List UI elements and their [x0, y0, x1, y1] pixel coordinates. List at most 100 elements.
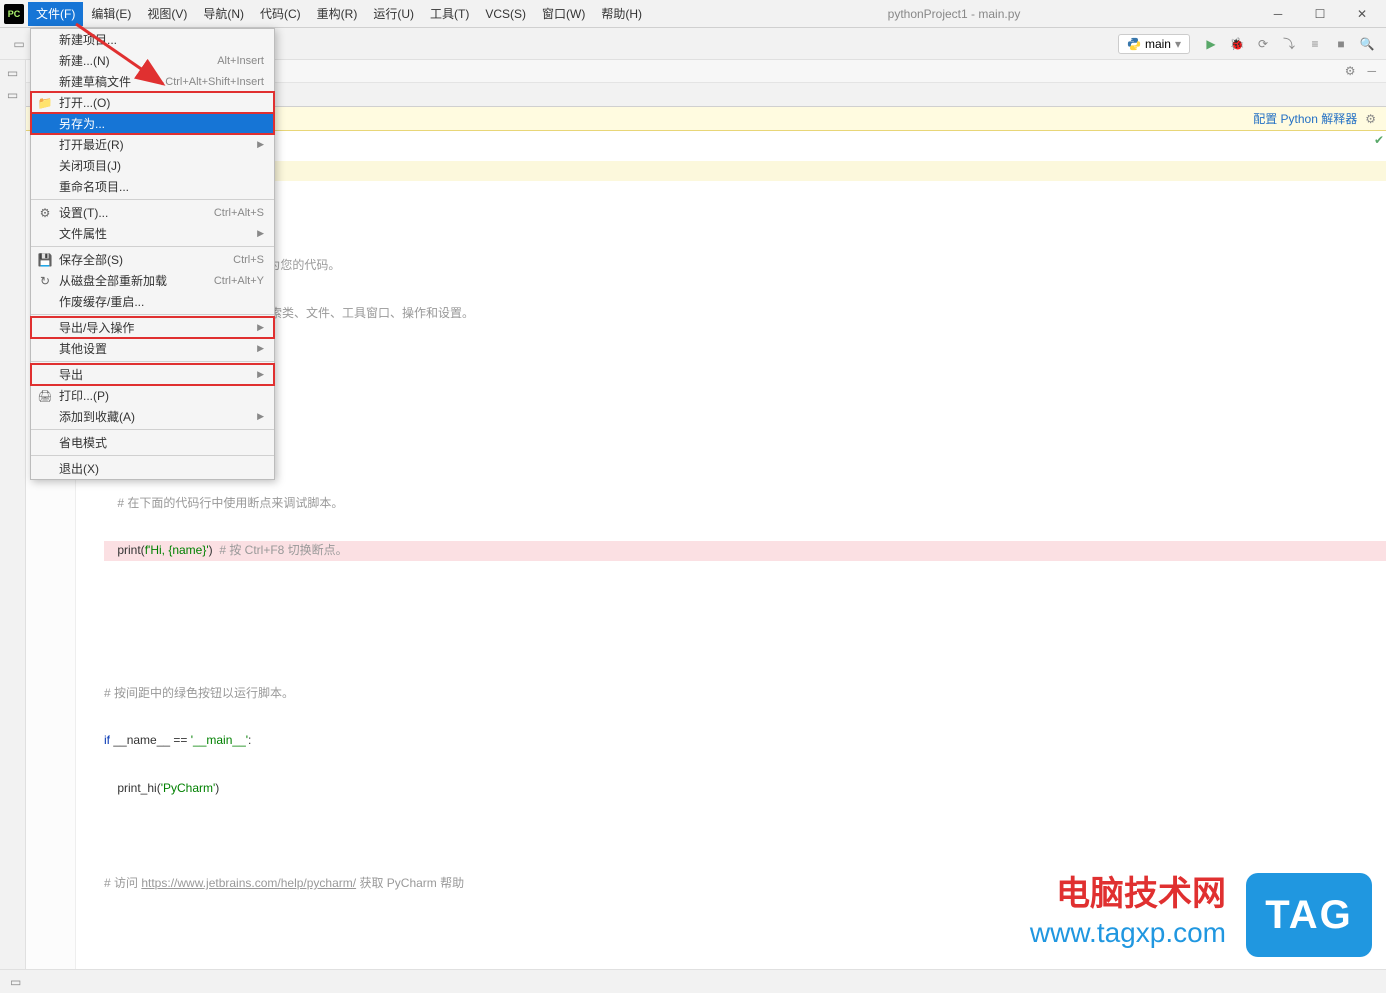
- menu-item-label: 退出(X): [59, 460, 99, 477]
- menu-shortcut: Ctrl+S: [233, 254, 264, 266]
- submenu-arrow-icon: ▶: [257, 228, 264, 239]
- title-bar: PC 文件(F) 编辑(E) 视图(V) 导航(N) 代码(C) 重构(R) 运…: [0, 0, 1386, 28]
- configure-interpreter-link[interactable]: 配置 Python 解释器: [1253, 110, 1357, 127]
- menu-item-label: 保存全部(S): [59, 251, 123, 268]
- menu-item-退出X[interactable]: 退出(X): [31, 458, 274, 479]
- menu-item-label: 新建草稿文件: [59, 73, 131, 90]
- menu-item-label: 新建...(N): [59, 52, 110, 69]
- status-icon[interactable]: ▭: [10, 975, 21, 989]
- menu-item-从磁盘全部重新加载[interactable]: ↻ 从磁盘全部重新加载 Ctrl+Alt+Y: [31, 270, 274, 291]
- menu-icon: 📁: [37, 96, 53, 110]
- menu-tools[interactable]: 工具(T): [422, 2, 477, 26]
- menu-bar: 文件(F) 编辑(E) 视图(V) 导航(N) 代码(C) 重构(R) 运行(U…: [28, 2, 650, 26]
- attach-icon[interactable]: ⤵: [1278, 33, 1300, 55]
- menu-item-文件属性[interactable]: 文件属性 ▶: [31, 223, 274, 244]
- app-icon: PC: [4, 4, 24, 24]
- close-button[interactable]: ✕: [1342, 2, 1382, 26]
- debug-button[interactable]: 🐞: [1226, 33, 1248, 55]
- menu-navigate[interactable]: 导航(N): [195, 2, 252, 26]
- menu-view[interactable]: 视图(V): [139, 2, 195, 26]
- menu-icon: 💾: [37, 253, 53, 267]
- menu-item-label: 重命名项目...: [59, 178, 129, 195]
- watermark-badge: TAG: [1246, 873, 1372, 957]
- menu-item-省电模式[interactable]: 省电模式: [31, 432, 274, 453]
- submenu-arrow-icon: ▶: [257, 343, 264, 354]
- menu-code[interactable]: 代码(C): [252, 2, 309, 26]
- submenu-arrow-icon: ▶: [257, 369, 264, 380]
- menu-item-新建项目[interactable]: 新建项目...: [31, 29, 274, 50]
- menu-icon: ⚙: [37, 206, 53, 220]
- maximize-button[interactable]: ☐: [1300, 2, 1340, 26]
- menu-item-其他设置[interactable]: 其他设置▶: [31, 338, 274, 359]
- menu-refactor[interactable]: 重构(R): [309, 2, 366, 26]
- minimize-button[interactable]: ─: [1258, 2, 1298, 26]
- menu-item-保存全部S[interactable]: 💾 保存全部(S) Ctrl+S: [31, 249, 274, 270]
- menu-item-打开O[interactable]: 📁 打开...(O): [31, 92, 274, 113]
- menu-item-关闭项目J[interactable]: 关闭项目(J): [31, 155, 274, 176]
- menu-item-label: 关闭项目(J): [59, 157, 121, 174]
- notice-gear-icon[interactable]: ⚙: [1365, 112, 1376, 126]
- menu-item-设置T[interactable]: ⚙ 设置(T)... Ctrl+Alt+S: [31, 202, 274, 223]
- menu-item-导出导入操作[interactable]: 导出/导入操作 ▶: [31, 317, 274, 338]
- file-menu-dropdown: 新建项目... 新建...(N) Alt+Insert 新建草稿文件 Ctrl+Alt+…: [30, 28, 275, 480]
- menu-edit[interactable]: 编辑(E): [83, 2, 139, 26]
- menu-shortcut: Alt+Insert: [217, 55, 264, 67]
- menu-item-label: 添加到收藏(A): [59, 408, 135, 425]
- more-icon[interactable]: ≡: [1304, 33, 1326, 55]
- menu-item-label: 省电模式: [59, 434, 107, 451]
- menu-item-label: 打开...(O): [59, 94, 110, 111]
- menu-item-新建草稿文件[interactable]: 新建草稿文件 Ctrl+Alt+Shift+Insert: [31, 71, 274, 92]
- run-button[interactable]: ▶: [1200, 33, 1222, 55]
- stop-button[interactable]: ■: [1330, 33, 1352, 55]
- menu-shortcut: Ctrl+Alt+Y: [214, 275, 264, 287]
- menu-item-label: 从磁盘全部重新加载: [59, 272, 167, 289]
- menu-item-label: 设置(T)...: [59, 204, 108, 221]
- submenu-arrow-icon: ▶: [257, 139, 264, 150]
- status-bar: ▭: [0, 969, 1386, 993]
- menu-item-添加到收藏A[interactable]: 添加到收藏(A) ▶: [31, 406, 274, 427]
- menu-item-label: 文件属性: [59, 225, 107, 242]
- run-config-name: main: [1145, 37, 1171, 51]
- menu-item-作废缓存重启[interactable]: 作废缓存/重启...: [31, 291, 274, 312]
- menu-item-打印P[interactable]: 🖨 打印...(P): [31, 385, 274, 406]
- left-tool-strip: ▭ ▭: [0, 60, 26, 969]
- project-tool-icon[interactable]: ▭: [7, 66, 18, 80]
- menu-window[interactable]: 窗口(W): [534, 2, 593, 26]
- menu-help[interactable]: 帮助(H): [593, 2, 650, 26]
- menu-shortcut: Ctrl+Alt+S: [214, 207, 264, 219]
- menu-item-label: 打印...(P): [59, 387, 109, 404]
- menu-run[interactable]: 运行(U): [365, 2, 422, 26]
- window-title: pythonProject1 - main.py: [650, 7, 1258, 21]
- no-problems-icon: ✔: [1374, 133, 1384, 147]
- menu-item-打开最近R[interactable]: 打开最近(R) ▶: [31, 134, 274, 155]
- submenu-arrow-icon: ▶: [257, 322, 264, 333]
- menu-item-label: 导出/导入操作: [59, 319, 134, 336]
- breadcrumb-minus-icon[interactable]: ─: [1367, 64, 1376, 78]
- menu-item-label: 打开最近(R): [59, 136, 124, 153]
- search-icon[interactable]: 🔍: [1356, 33, 1378, 55]
- menu-item-重命名项目[interactable]: 重命名项目...: [31, 176, 274, 197]
- menu-shortcut: Ctrl+Alt+Shift+Insert: [165, 76, 264, 88]
- menu-item-label: 导出: [59, 366, 83, 383]
- submenu-arrow-icon: ▶: [257, 411, 264, 422]
- watermark-url: www.tagxp.com: [1030, 917, 1226, 949]
- chevron-down-icon: ▾: [1175, 37, 1181, 51]
- run-misc-icon[interactable]: ⟳: [1252, 33, 1274, 55]
- menu-icon: 🖨: [37, 389, 53, 403]
- structure-tool-icon[interactable]: ▭: [7, 88, 18, 102]
- menu-item-label: 新建项目...: [59, 31, 117, 48]
- watermark-title: 电脑技术网: [1056, 866, 1226, 915]
- project-icon[interactable]: ▭: [8, 33, 30, 55]
- code-content[interactable]: # 这是一个示例 Python 脚本。 # 按 Shift+F10 执行或将其替…: [96, 131, 1386, 969]
- menu-file[interactable]: 文件(F): [28, 2, 83, 26]
- run-config-selector[interactable]: main ▾: [1118, 34, 1190, 54]
- menu-icon: ↻: [37, 274, 53, 288]
- menu-item-label: 作废缓存/重启...: [59, 293, 144, 310]
- gear-icon[interactable]: ⚙: [1345, 64, 1356, 78]
- menu-item-导出[interactable]: 导出 ▶: [31, 364, 274, 385]
- menu-item-label: 另存为...: [59, 115, 105, 132]
- menu-vcs[interactable]: VCS(S): [477, 2, 534, 26]
- python-icon: [1127, 37, 1141, 51]
- menu-item-新建N[interactable]: 新建...(N) Alt+Insert: [31, 50, 274, 71]
- menu-item-另存为[interactable]: 另存为...: [31, 113, 274, 134]
